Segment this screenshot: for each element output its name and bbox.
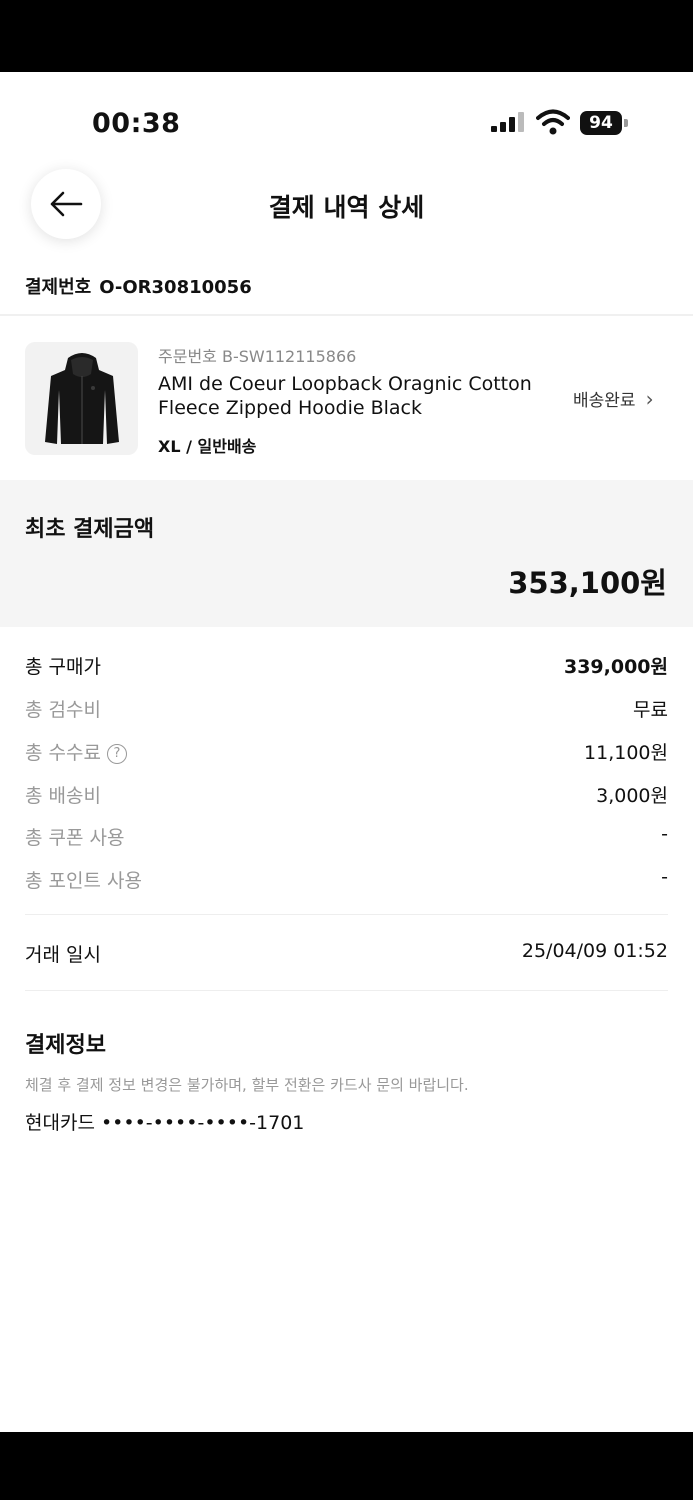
breakdown-row: 총 배송비 3,000원 bbox=[25, 781, 668, 808]
breakdown-row: 총 포인트 사용 - bbox=[25, 866, 668, 893]
screen: 00:38 94 결제 내역 상세 결제번호 O-OR30810056 주문번호 … bbox=[0, 72, 693, 1432]
breakdown-value: 11,100원 bbox=[584, 742, 668, 764]
delivery-status: 배송완료 bbox=[573, 391, 636, 411]
cellular-signal-icon bbox=[491, 112, 525, 132]
breakdown-row: 총 쿠폰 사용 - bbox=[25, 823, 668, 850]
breakdown-label: 총 쿠폰 사용 bbox=[25, 827, 125, 849]
breakdown-value: 무료 bbox=[633, 699, 668, 721]
page-title: 결제 내역 상세 bbox=[268, 193, 425, 222]
wifi-icon bbox=[536, 109, 570, 135]
help-icon[interactable]: ? bbox=[106, 743, 127, 764]
breakdown-row: 총 검수비 무료 bbox=[25, 695, 668, 722]
breakdown-value: - bbox=[661, 823, 668, 845]
hoodie-icon bbox=[44, 352, 119, 444]
transaction-value: 25/04/09 01:52 bbox=[521, 940, 668, 962]
breakdown-value: 3,000원 bbox=[596, 785, 668, 807]
payment-number-value: O-OR30810056 bbox=[99, 277, 252, 298]
product-name[interactable]: AMI de Coeur Loopback Oragnic Cotton Fle… bbox=[158, 372, 538, 420]
product-image[interactable] bbox=[25, 342, 138, 455]
initial-payment-label: 최초 결제금액 bbox=[25, 517, 155, 542]
transaction-label: 거래 일시 bbox=[25, 944, 101, 966]
breakdown-label-wrap: 총 수수료? bbox=[25, 738, 127, 765]
battery-cap bbox=[624, 119, 628, 127]
breakdown-row: 총 수수료? 11,100원 bbox=[25, 738, 668, 765]
order-number: 주문번호 B-SW112115866 bbox=[158, 347, 357, 366]
product-option: XL / 일반배송 bbox=[158, 437, 257, 456]
initial-payment-amount: 353,100원 bbox=[508, 566, 667, 600]
breakdown-label: 총 포인트 사용 bbox=[25, 870, 142, 892]
breakdown-label: 총 배송비 bbox=[25, 785, 101, 807]
transaction-row: 거래 일시 25/04/09 01:52 bbox=[25, 940, 668, 967]
chevron-right-icon: › bbox=[645, 386, 654, 411]
breakdown-value: 339,000원 bbox=[563, 656, 668, 678]
breakdown-label: 총 검수비 bbox=[25, 699, 101, 721]
initial-payment-section: 최초 결제금액 353,100원 bbox=[0, 480, 693, 627]
breakdown-label: 총 수수료 bbox=[25, 742, 101, 764]
top-black-bar bbox=[0, 0, 693, 72]
payment-number: 결제번호 O-OR30810056 bbox=[25, 273, 252, 299]
breakdown-label: 총 구매가 bbox=[25, 656, 101, 678]
breakdown-row: 총 구매가 339,000원 bbox=[25, 652, 668, 679]
battery-icon: 94 bbox=[580, 111, 622, 135]
divider bbox=[25, 990, 668, 991]
breakdown-value: - bbox=[661, 866, 668, 888]
payment-info-title: 결제정보 bbox=[25, 1033, 106, 1058]
status-time: 00:38 bbox=[92, 108, 181, 139]
delivery-status-link[interactable]: 배송완료 › bbox=[573, 386, 654, 412]
card-info: 현대카드 ••••-••••-••••-1701 bbox=[25, 1112, 305, 1134]
divider bbox=[25, 914, 668, 915]
divider bbox=[0, 314, 693, 316]
bottom-black-bar bbox=[0, 1432, 693, 1500]
payment-number-label: 결제번호 bbox=[25, 277, 92, 298]
payment-info-notice: 체결 후 결제 정보 변경은 불가하며, 할부 전환은 카드사 문의 바랍니다. bbox=[25, 1076, 469, 1094]
